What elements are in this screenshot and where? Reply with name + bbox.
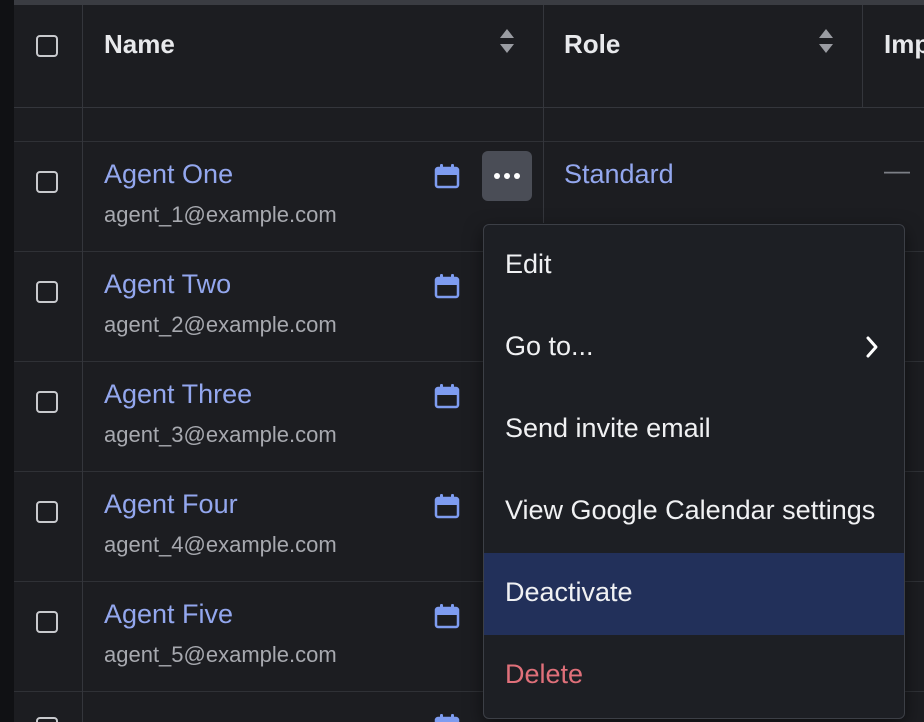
agent-name-link[interactable]: Agent Five (104, 599, 233, 630)
column-header-role-label: Role (564, 29, 621, 59)
column-divider (82, 691, 83, 722)
more-actions-button[interactable] (482, 151, 532, 201)
agent-name-link[interactable]: Agent One (104, 159, 233, 190)
column-header-imp-label: Imp (884, 29, 924, 59)
column-divider (82, 141, 83, 251)
column-header-role[interactable]: Role (544, 5, 862, 107)
agent-name-link[interactable]: Agent Two (104, 269, 231, 300)
sort-icon[interactable] (817, 25, 835, 57)
agent-email: agent_1@example.com (104, 202, 337, 227)
menu-item-deactivate[interactable]: Deactivate (484, 553, 904, 635)
row-checkbox[interactable] (36, 171, 58, 193)
menu-item-label: Edit (505, 249, 552, 279)
calendar-icon[interactable] (434, 713, 460, 722)
menu-item-go-to[interactable]: Go to... (484, 307, 904, 389)
row-actions-menu: Edit Go to... Send invite email View Goo… (483, 224, 905, 719)
menu-item-edit[interactable]: Edit (484, 225, 904, 307)
calendar-icon[interactable] (434, 603, 460, 629)
menu-item-view-google-calendar-settings[interactable]: View Google Calendar settings (484, 471, 904, 553)
column-divider (82, 581, 83, 691)
agent-role-link[interactable]: Standard (564, 159, 674, 190)
row-checkbox[interactable] (36, 611, 58, 633)
column-divider (82, 251, 83, 361)
left-edge-bar (0, 0, 14, 722)
column-header-name[interactable]: Name (83, 5, 543, 107)
column-header-imp[interactable]: Imp (863, 5, 924, 107)
agent-email: agent_4@example.com (104, 532, 337, 557)
agent-name-link[interactable]: Agent Four (104, 489, 238, 520)
row-checkbox[interactable] (36, 717, 58, 722)
row-checkbox[interactable] (36, 281, 58, 303)
more-icon (494, 173, 500, 179)
select-all-checkbox[interactable] (36, 35, 58, 57)
table-spacer-row (14, 107, 924, 142)
menu-item-label: Go to... (505, 331, 594, 361)
menu-item-send-invite-email[interactable]: Send invite email (484, 389, 904, 471)
column-divider (82, 471, 83, 581)
column-divider (543, 141, 544, 223)
more-icon-dot (514, 173, 520, 179)
more-icon-dot (504, 173, 510, 179)
menu-item-label: Delete (505, 659, 584, 689)
agent-email: agent_5@example.com (104, 642, 337, 667)
menu-item-label: Send invite email (505, 413, 711, 443)
chevron-right-icon (866, 336, 878, 358)
sort-icon[interactable] (498, 25, 516, 57)
row-checkbox[interactable] (36, 501, 58, 523)
column-divider (82, 107, 83, 141)
menu-item-delete[interactable]: Delete (484, 635, 904, 717)
calendar-icon[interactable] (434, 383, 460, 409)
column-header-name-label: Name (104, 29, 175, 59)
column-divider (82, 361, 83, 471)
column-divider (543, 107, 544, 141)
menu-item-label: Deactivate (505, 577, 633, 607)
agent-email: agent_3@example.com (104, 422, 337, 447)
table-header: Name Role Imp (14, 5, 924, 108)
imp-value: — (884, 155, 910, 185)
menu-item-label: View Google Calendar settings (505, 495, 876, 525)
calendar-icon[interactable] (434, 273, 460, 299)
calendar-icon[interactable] (434, 493, 460, 519)
agent-name-link[interactable]: Agent Three (104, 379, 252, 410)
calendar-icon[interactable] (434, 163, 460, 189)
row-checkbox[interactable] (36, 391, 58, 413)
agent-email: agent_2@example.com (104, 312, 337, 337)
